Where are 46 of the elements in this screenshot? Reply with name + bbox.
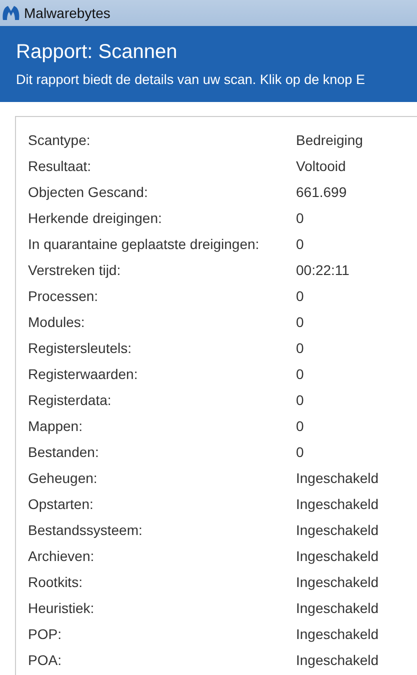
detail-value: Bedreiging (296, 132, 363, 148)
detail-value: 0 (296, 210, 304, 226)
detail-value: 0 (296, 236, 304, 252)
detail-label: POP: (28, 626, 62, 642)
detail-value: Ingeschakeld (296, 652, 379, 668)
detail-label: In quarantaine geplaatste dreigingen: (28, 236, 260, 252)
detail-value: 0 (296, 288, 304, 304)
detail-label: Registerwaarden: (28, 366, 139, 382)
detail-label: Scantype: (28, 132, 92, 148)
detail-value: 00:22:11 (296, 262, 350, 278)
detail-label: Archieven: (28, 548, 96, 564)
detail-label: Bestandssysteem: (28, 522, 144, 538)
detail-label: Objecten Gescand: (28, 184, 149, 200)
page-title: Rapport: Scannen (16, 41, 178, 64)
detail-label: POA: (28, 652, 62, 668)
detail-value: 0 (296, 314, 304, 330)
detail-label: Mappen: (28, 418, 84, 434)
detail-value: 0 (296, 444, 304, 460)
detail-label: Herkende dreigingen: (28, 210, 163, 226)
detail-value: 0 (296, 392, 304, 408)
detail-value: Ingeschakeld (296, 600, 379, 616)
detail-value: Ingeschakeld (296, 470, 379, 486)
detail-label: Registersleutels: (28, 340, 132, 356)
detail-label: Registerdata: (28, 392, 112, 408)
detail-value: Ingeschakeld (296, 626, 379, 642)
detail-label: Geheugen: (28, 470, 98, 486)
detail-label: Processen: (28, 288, 100, 304)
detail-label: Bestanden: (28, 444, 100, 460)
detail-value: Ingeschakeld (296, 496, 379, 512)
detail-value: 0 (296, 418, 304, 434)
detail-label: Opstarten: (28, 496, 94, 512)
page-description: Dit rapport biedt de details van uw scan. Klik op de knop E (16, 72, 365, 87)
detail-value: Ingeschakeld (296, 574, 379, 590)
detail-label: Rootkits: (28, 574, 84, 590)
detail-value: Ingeschakeld (296, 548, 379, 564)
detail-label: Verstreken tijd: (28, 262, 122, 278)
detail-label: Resultaat: (28, 158, 92, 174)
detail-value: Voltooid (296, 158, 346, 174)
detail-label: Heuristiek: (28, 600, 96, 616)
detail-label: Modules: (28, 314, 86, 330)
detail-value: Ingeschakeld (296, 522, 379, 538)
app-logo-icon (2, 5, 20, 21)
detail-value: 0 (296, 340, 304, 356)
detail-value: 661.699 (296, 184, 347, 200)
window-title: Malwarebytes (24, 5, 110, 21)
detail-value: 0 (296, 366, 304, 382)
